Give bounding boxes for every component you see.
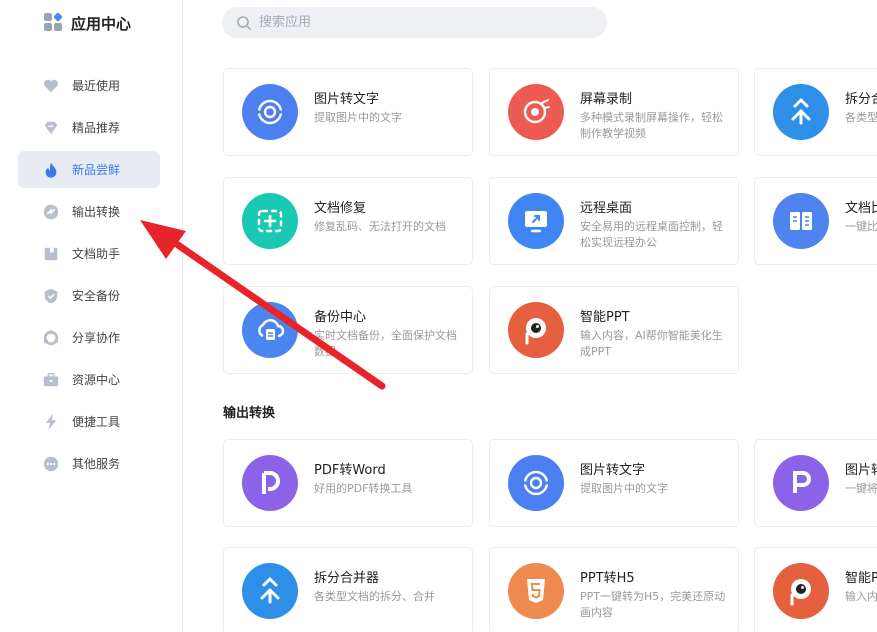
app-card-desc: PPT一键转为H5，完美还原动画内容: [580, 590, 726, 619]
app-card-split-partial[interactable]: 拆分合 各类型: [754, 68, 877, 156]
ocr-icon: [242, 84, 298, 140]
app-card-desc: 输入内化生成: [845, 590, 877, 603]
app-card-title: 智能P: [845, 571, 877, 586]
split-icon: [242, 563, 298, 619]
app-card-desc: 实时文档备份，全面保护文档数据: [314, 329, 457, 358]
sidebar-item-label: 资源中心: [72, 373, 121, 387]
remote-icon: [508, 193, 564, 249]
app-card-smart-ppt-partial[interactable]: 智能P 输入内化生成: [754, 547, 877, 632]
sidebar-nav: 最近使用 精品推荐 新品尝鲜 输出转换 文档助手 安全备份 分享协作 资源中心 …: [18, 67, 160, 487]
sidebar-item-new[interactable]: 新品尝鲜: [18, 151, 160, 188]
sidebar-item-featured[interactable]: 精品推荐: [18, 109, 160, 146]
sidebar-item-backup[interactable]: 安全备份: [18, 277, 160, 314]
app-card-title: PPT转H5: [580, 571, 635, 586]
search-bar[interactable]: [222, 7, 607, 38]
sidebar-item-label: 输出转换: [72, 205, 121, 219]
sidebar-item-label: 精品推荐: [72, 121, 121, 135]
app-window: 应用中心 最近使用 精品推荐 新品尝鲜 输出转换 文档助手 安全备份 分享协作 …: [0, 0, 877, 632]
sidebar-item-label: 便捷工具: [72, 415, 121, 429]
sidebar-item-label: 最近使用: [72, 79, 121, 93]
app-card-desc: 一键比出差异: [845, 220, 877, 233]
app-card-desc: 各类型: [845, 111, 877, 124]
app-card-desc: 多种模式录制屏幕操作，轻松制作教学视频: [580, 111, 723, 140]
ppt-ai-icon: [508, 302, 564, 358]
app-card-desc: 好用的PDF转换工具: [314, 482, 413, 495]
app-card-title: 拆分合并器: [314, 571, 380, 586]
sidebar-item-convert[interactable]: 输出转换: [18, 193, 160, 230]
record-icon: [508, 84, 564, 140]
app-card-screen-record[interactable]: 屏幕录制 多种模式录制屏幕操作，轻松制作教学视频: [489, 68, 739, 156]
app-card-title: PDF转Word: [314, 463, 386, 478]
repair-icon: [242, 193, 298, 249]
document-icon: [42, 245, 60, 263]
sidebar-item-label: 分享协作: [72, 331, 121, 345]
app-card-remote-desktop[interactable]: 远程桌面 安全易用的远程桌面控制，轻松实现远程办公: [489, 177, 739, 265]
sidebar-item-tools[interactable]: 便捷工具: [18, 403, 160, 440]
app-card-split-merge[interactable]: 拆分合并器 各类型文档的拆分、合并: [223, 547, 473, 632]
app-card-desc: 修复乱码、无法打开的文档: [314, 220, 446, 233]
sidebar-item-other[interactable]: 其他服务: [18, 445, 160, 482]
search-input[interactable]: [259, 15, 559, 30]
sidebar-item-label: 其他服务: [72, 457, 121, 471]
pdf-word-icon: [242, 455, 298, 511]
app-card-title: 远程桌面: [580, 201, 633, 216]
app-card-title: 屏幕录制: [580, 92, 633, 107]
sidebar-item-recent[interactable]: 最近使用: [18, 67, 160, 104]
app-card-title: 拆分合: [845, 92, 877, 107]
app-card-title: 图片转: [845, 463, 877, 478]
split-icon: [773, 84, 829, 140]
app-card-title: 文档比: [845, 201, 877, 216]
app-card-backup-center[interactable]: 备份中心 实时文档备份，全面保护文档数据: [223, 286, 473, 374]
app-card-title: 文档修复: [314, 201, 367, 216]
html5-icon: [508, 563, 564, 619]
backup-icon: [242, 302, 298, 358]
sidebar-item-label: 文档助手: [72, 247, 121, 261]
app-card-compare-partial[interactable]: 文档比 一键比出差异: [754, 177, 877, 265]
app-card-ppt-to-h5[interactable]: PPT转H5 PPT一键转为H5，完美还原动画内容: [489, 547, 739, 632]
app-card-ocr[interactable]: 图片转文字 提取图片中的文字: [223, 68, 473, 156]
convert-icon: [42, 203, 60, 221]
brand: 应用中心: [44, 12, 131, 34]
sidebar-item-label: 新品尝鲜: [72, 163, 121, 177]
shield-icon: [42, 287, 60, 305]
sidebar: 应用中心 最近使用 精品推荐 新品尝鲜 输出转换 文档助手 安全备份 分享协作 …: [0, 0, 183, 632]
app-card-title: 智能PPT: [580, 310, 630, 325]
app-grid: 图片转文字 提取图片中的文字 屏幕录制 多种模式录制屏幕操作，轻松制作教学视频 …: [183, 45, 877, 632]
search-icon: [237, 15, 251, 30]
app-card-ocr-2[interactable]: 图片转文字 提取图片中的文字: [489, 439, 739, 527]
ppt-ai-icon: [773, 563, 829, 619]
app-card-title: 备份中心: [314, 310, 367, 325]
app-card-desc: 安全易用的远程桌面控制，轻松实现远程办公: [580, 220, 723, 249]
sidebar-item-resources[interactable]: 资源中心: [18, 361, 160, 398]
app-title: 应用中心: [71, 14, 132, 33]
app-card-title: 图片转文字: [580, 463, 646, 478]
app-card-desc: 输入内容，AI帮你智能美化生成PPT: [580, 329, 723, 358]
sidebar-item-label: 安全备份: [72, 289, 121, 303]
app-card-desc: 各类型文档的拆分、合并: [314, 590, 435, 603]
lightning-icon: [42, 413, 60, 431]
app-card-img-to-pdf-partial[interactable]: 图片转 一键将: [754, 439, 877, 527]
section-title-output: 输出转换: [223, 406, 276, 421]
flame-icon: [42, 161, 60, 179]
sidebar-item-doc-assistant[interactable]: 文档助手: [18, 235, 160, 272]
share-icon: [42, 329, 60, 347]
app-card-desc: 提取图片中的文字: [314, 111, 402, 124]
ocr-icon: [508, 455, 564, 511]
app-grid-icon: [44, 12, 64, 33]
app-card-desc: 一键将: [845, 482, 877, 495]
sidebar-item-share[interactable]: 分享协作: [18, 319, 160, 356]
briefcase-icon: [42, 371, 60, 389]
img-pdf-icon: [773, 455, 829, 511]
app-card-doc-repair[interactable]: 文档修复 修复乱码、无法打开的文档: [223, 177, 473, 265]
compare-icon: [773, 193, 829, 249]
heart-icon: [42, 77, 60, 95]
app-card-desc: 提取图片中的文字: [580, 482, 668, 495]
more-icon: [42, 455, 60, 473]
diamond-icon: [42, 119, 60, 137]
app-card-smart-ppt[interactable]: 智能PPT 输入内容，AI帮你智能美化生成PPT: [489, 286, 739, 374]
app-card-pdf-to-word[interactable]: PDF转Word 好用的PDF转换工具: [223, 439, 473, 527]
app-card-title: 图片转文字: [314, 92, 380, 107]
